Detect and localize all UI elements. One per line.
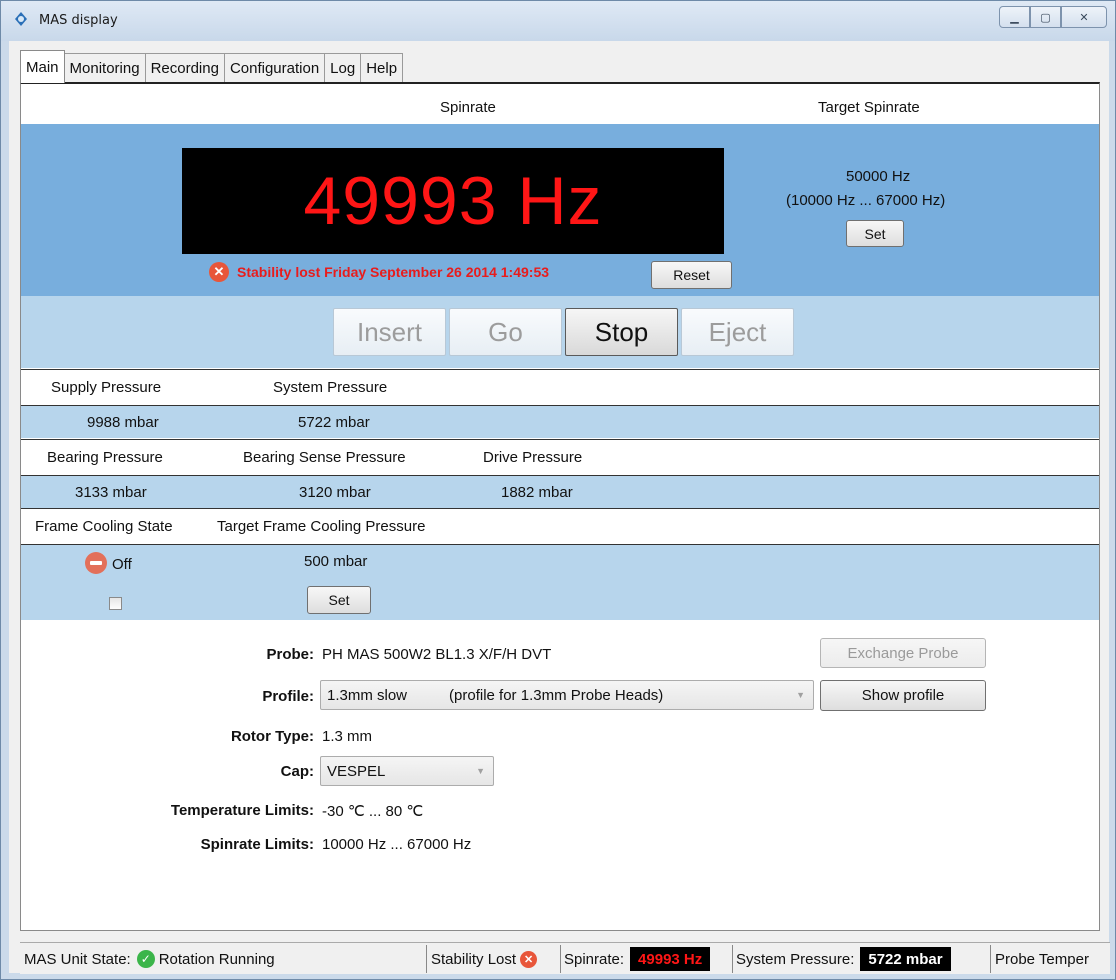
pressure-value-row-2: 3133 mbar 3120 mbar 1882 mbar [21, 475, 1099, 508]
bearing-sense-pressure-label: Bearing Sense Pressure [243, 449, 406, 466]
eject-button[interactable]: Eject [681, 308, 794, 356]
status-bar: MAS Unit State: ✓ Rotation Running Stabi… [20, 942, 1110, 974]
insert-button[interactable]: Insert [333, 308, 446, 356]
profile-label: Profile: [262, 688, 314, 705]
spinrate-display: 49993 Hz [182, 148, 724, 254]
stability-status: Stability Lost [431, 950, 517, 968]
title-bar: MAS display ▁ ▢ ✕ [1, 1, 1115, 41]
status-spinrate-label: Spinrate: [564, 950, 625, 968]
reset-button[interactable]: Reset [651, 261, 732, 289]
minus-circle-icon [85, 552, 107, 574]
spinrate-header: Spinrate [440, 98, 496, 116]
system-pressure-value: 5722 mbar [298, 413, 370, 431]
window-title: MAS display [39, 13, 118, 28]
rotor-type-label: Rotor Type: [230, 728, 314, 745]
probe-temperature-segment: Probe Temper [995, 943, 1089, 975]
tab-configuration[interactable]: Configuration [223, 53, 326, 83]
spinrate-limits-value: 10000 Hz ... 67000 Hz [322, 836, 472, 853]
cooling-value-area [21, 544, 1099, 620]
show-profile-button[interactable]: Show profile [820, 680, 986, 711]
probe-label: Probe: [266, 646, 314, 663]
tab-help[interactable]: Help [360, 53, 404, 83]
set-spinrate-button[interactable]: Set [846, 220, 904, 247]
bearing-sense-pressure-value: 3120 mbar [299, 483, 371, 501]
profile-dropdown[interactable]: 1.3mm slow (profile for 1.3mm Probe Head… [320, 680, 814, 710]
stability-segment: Stability Lost ✕ [431, 943, 541, 975]
pressure-header-row-2: Bearing Pressure Bearing Sense Pressure … [21, 439, 1099, 475]
frame-cooling-state-label: Frame Cooling State [35, 518, 173, 535]
maximize-button[interactable]: ▢ [1030, 6, 1061, 28]
bearing-pressure-value: 3133 mbar [75, 483, 147, 501]
cap-value: VESPEL [327, 762, 386, 780]
rotor-type-value: 1.3 mm [322, 728, 373, 745]
go-button[interactable]: Go [449, 308, 562, 356]
unit-state-value: Rotation Running [158, 950, 275, 968]
status-separator [732, 945, 733, 973]
status-probe-temperature: Probe Temper [995, 950, 1089, 968]
frame-cooling-checkbox[interactable] [109, 597, 122, 610]
minimize-button[interactable]: ▁ [999, 6, 1030, 28]
status-separator [560, 945, 561, 973]
supply-pressure-value: 9988 mbar [87, 413, 159, 431]
exchange-probe-button[interactable]: Exchange Probe [820, 638, 986, 668]
error-x-icon: ✕ [520, 950, 538, 968]
target-spinrate-value: 50000 Hz [846, 168, 911, 185]
tab-main[interactable]: Main [20, 50, 65, 83]
cap-label: Cap: [280, 763, 314, 780]
mas-app-icon [15, 12, 27, 26]
tab-log[interactable]: Log [324, 53, 362, 83]
bearing-pressure-label: Bearing Pressure [47, 449, 163, 466]
close-button[interactable]: ✕ [1061, 6, 1107, 28]
frame-cooling-state-value: Off [112, 556, 132, 573]
system-pressure-label: System Pressure [273, 379, 388, 396]
system-pressure-segment: System Pressure: 5722 mbar [736, 943, 957, 975]
tab-monitoring[interactable]: Monitoring [63, 53, 146, 83]
status-separator [426, 945, 427, 973]
drive-pressure-value: 1882 mbar [501, 483, 573, 501]
spinrate-segment: Spinrate: 49993 Hz [564, 943, 716, 975]
drive-pressure-label: Drive Pressure [483, 449, 583, 466]
status-separator [990, 945, 991, 973]
status-spinrate-value: 49993 Hz [630, 947, 711, 971]
target-frame-cooling-value: 500 mbar [304, 553, 368, 570]
status-system-pressure-label: System Pressure: [736, 950, 855, 968]
supply-pressure-label: Supply Pressure [51, 379, 162, 396]
unit-state-segment: MAS Unit State: ✓ Rotation Running [24, 943, 275, 975]
check-circle-icon: ✓ [136, 950, 155, 968]
tab-bar: Main Monitoring Recording Configuration … [20, 50, 404, 83]
profile-description: (profile for 1.3mm Probe Heads) [449, 686, 664, 704]
tab-recording[interactable]: Recording [144, 53, 225, 83]
error-x-icon: ✕ [209, 262, 229, 282]
unit-state-label: MAS Unit State: [24, 950, 131, 968]
target-spinrate-range: (10000 Hz ... 67000 Hz) [786, 192, 946, 209]
target-frame-cooling-label: Target Frame Cooling Pressure [217, 518, 426, 535]
stop-button[interactable]: Stop [565, 308, 678, 356]
spinrate-header-row: Spinrate Target Spinrate [21, 90, 1099, 124]
window-controls: ▁ ▢ ✕ [999, 6, 1107, 28]
target-spinrate-header: Target Spinrate [818, 98, 920, 116]
stability-warning: ✕ Stability lost Friday September 26 201… [209, 262, 549, 282]
pressure-value-row-1: 9988 mbar 5722 mbar [21, 405, 1099, 438]
spinrate-limits-label: Spinrate Limits: [200, 836, 314, 853]
temperature-limits-value: -30 ℃ ... 80 ℃ [322, 803, 424, 820]
set-cooling-button[interactable]: Set [307, 586, 371, 614]
chevron-down-icon: ▼ [796, 690, 805, 700]
pressure-header-row-1: Supply Pressure System Pressure [21, 369, 1099, 405]
stability-message: Stability lost Friday September 26 2014 … [237, 264, 550, 280]
profile-value: 1.3mm slow [327, 686, 408, 704]
status-system-pressure-value: 5722 mbar [860, 947, 951, 971]
chevron-down-icon: ▼ [476, 766, 485, 776]
probe-value: PH MAS 500W2 BL1.3 X/F/H DVT [322, 646, 552, 663]
temperature-limits-label: Temperature Limits: [170, 802, 314, 819]
cap-dropdown[interactable]: VESPEL ▼ [320, 756, 494, 786]
cooling-header-row: Frame Cooling State Target Frame Cooling… [21, 508, 1099, 544]
